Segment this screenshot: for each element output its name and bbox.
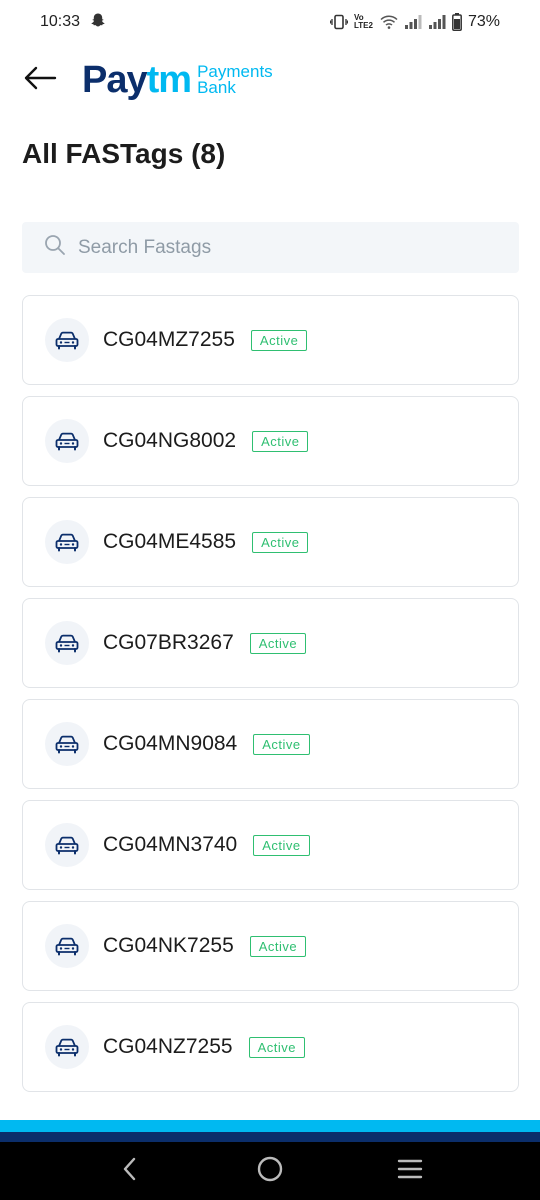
fastag-card[interactable]: CG04ME4585 Active — [22, 497, 519, 587]
nav-home-button[interactable] — [250, 1151, 290, 1191]
car-icon — [45, 722, 89, 766]
car-icon — [45, 621, 89, 665]
logo-wordmark: Paytm — [82, 59, 192, 101]
back-icon — [120, 1156, 140, 1187]
search-bar[interactable] — [22, 222, 519, 273]
status-badge: Active — [248, 1036, 305, 1058]
wifi-icon — [380, 14, 398, 30]
brand-stripe-dark — [0, 1132, 540, 1142]
car-icon — [45, 1025, 89, 1069]
car-icon — [45, 318, 89, 362]
vehicle-number: CG04MN9084 — [103, 732, 238, 755]
arrow-left-icon — [23, 66, 57, 95]
car-icon — [45, 823, 89, 867]
status-badge: Active — [252, 531, 309, 553]
volte-icon: Vo LTE2 — [353, 13, 373, 30]
logo-tm: tm — [146, 59, 192, 101]
paytm-payments-bank-logo: Paytm Payments Bank — [82, 61, 273, 99]
system-nav-bar — [0, 1142, 540, 1200]
status-badge: Active — [250, 329, 308, 351]
app-header: Paytm Payments Bank — [0, 52, 540, 108]
status-badge: Active — [252, 430, 309, 452]
vehicle-number: CG04ME4585 — [103, 530, 237, 553]
vehicle-number: CG04NG8002 — [103, 429, 237, 452]
brand-stripe-light — [0, 1120, 540, 1132]
status-badge: Active — [253, 733, 310, 755]
nav-recents-button[interactable] — [390, 1151, 430, 1191]
fastag-card[interactable]: CG04NZ7255 Active — [22, 1002, 519, 1092]
signal-icon-1 — [404, 14, 422, 30]
fastag-card[interactable]: CG07BR3267 Active — [22, 598, 519, 688]
home-icon — [256, 1155, 284, 1188]
status-badge: Active — [249, 632, 307, 654]
vehicle-number: CG04NZ7255 — [103, 1035, 233, 1058]
battery-percent: 73% — [467, 13, 500, 30]
fastag-card[interactable]: CG04NG8002 Active — [22, 396, 519, 486]
logo-pay: Pay — [82, 59, 148, 101]
signal-icon-2 — [428, 14, 446, 30]
status-right: Vo LTE2 73% — [329, 13, 500, 31]
vehicle-number: CG04NK7255 — [103, 934, 234, 957]
screen: 10:33 Vo LTE2 73% Paytm Payments Bank Al… — [0, 0, 540, 1200]
status-badge: Active — [253, 834, 310, 856]
fastag-card[interactable]: CG04MZ7255 Active — [22, 295, 519, 385]
nav-back-button[interactable] — [110, 1151, 150, 1191]
logo-bank: Bank — [197, 78, 236, 97]
vehicle-number: CG04MN3740 — [103, 833, 238, 856]
logo-subtitle: Payments Bank — [197, 63, 273, 97]
back-button[interactable] — [22, 62, 58, 98]
recents-menu-icon — [397, 1158, 423, 1185]
status-left: 10:33 — [40, 12, 106, 33]
page-title: All FASTags (8) — [22, 138, 226, 169]
car-icon — [45, 520, 89, 564]
status-badge: Active — [249, 935, 307, 957]
fastag-card[interactable]: CG04MN9084 Active — [22, 699, 519, 789]
battery-icon — [452, 13, 462, 31]
search-input[interactable] — [78, 236, 478, 259]
car-icon — [45, 419, 89, 463]
vehicle-number: CG04MZ7255 — [103, 328, 235, 351]
status-time: 10:33 — [40, 13, 81, 30]
status-bar: 10:33 Vo LTE2 73% — [0, 0, 540, 44]
car-icon — [45, 924, 89, 968]
vehicle-number: CG07BR3267 — [103, 631, 234, 654]
vibrate-icon — [329, 14, 348, 30]
search-icon — [44, 234, 66, 261]
fastag-list: CG04MZ7255 Active CG04NG8002 Active CG04ME45… — [22, 295, 519, 1103]
snapchat-ghost-icon — [90, 12, 106, 33]
fastag-card[interactable]: CG04MN3740 Active — [22, 800, 519, 890]
fastag-card[interactable]: CG04NK7255 Active — [22, 901, 519, 991]
